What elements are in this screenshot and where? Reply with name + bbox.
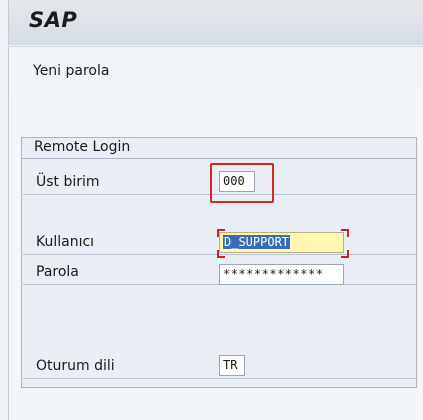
group-title-bar: Remote Login	[22, 138, 416, 159]
language-input[interactable]: TR	[219, 355, 245, 376]
app-header: SAP	[8, 0, 423, 45]
focus-corner-bottom-left	[217, 250, 225, 258]
app-title: SAP	[29, 8, 78, 32]
user-label: Kullanıcı	[36, 234, 95, 250]
row-divider	[23, 378, 416, 379]
password-input[interactable]: *************	[219, 264, 344, 285]
password-label: Parola	[36, 264, 79, 280]
focus-corner-bottom-right	[341, 250, 349, 258]
user-input-value: D_SUPPORT	[223, 235, 291, 249]
client-label: Üst birim	[36, 174, 100, 190]
user-input[interactable]: D_SUPPORT	[219, 232, 344, 253]
client-highlight-box	[210, 163, 274, 203]
screen-subtitle: Yeni parola	[33, 63, 110, 79]
group-title: Remote Login	[34, 139, 131, 155]
focus-corner-top-left	[217, 229, 225, 237]
language-label: Oturum dili	[36, 358, 115, 374]
focus-corner-top-right	[341, 229, 349, 237]
screen-subtitle-bar: Yeni parola	[8, 46, 423, 94]
